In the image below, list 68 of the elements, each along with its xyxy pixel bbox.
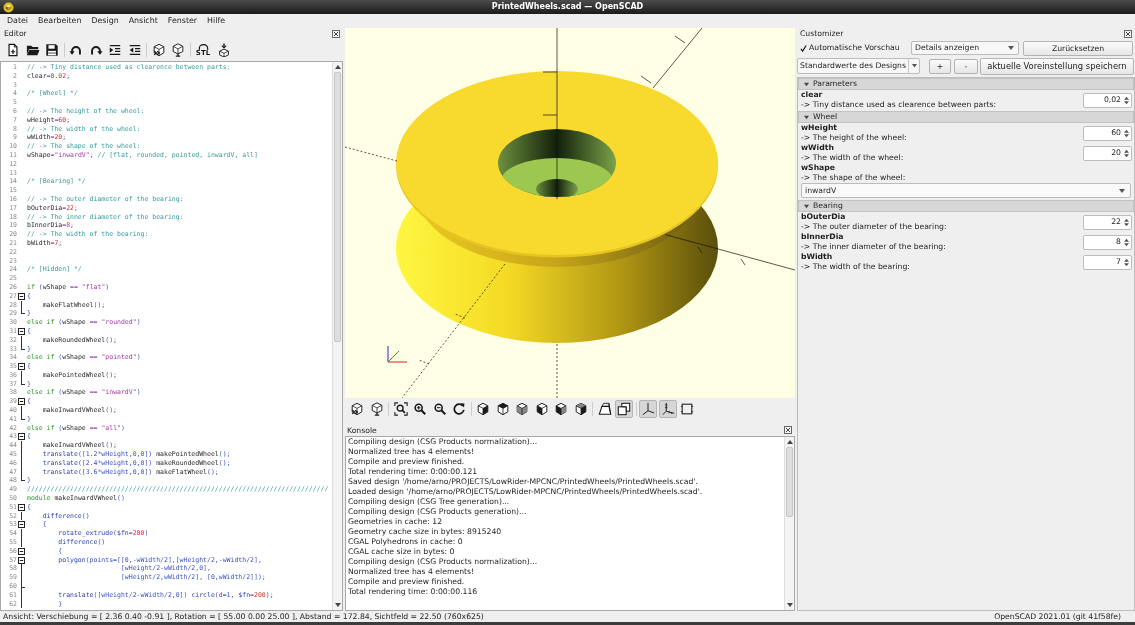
- perspective-box-icon: [597, 402, 612, 416]
- zoom-in-button[interactable]: [411, 400, 429, 418]
- cube-stand-icon: [171, 43, 185, 57]
- fold-toggle-icon[interactable]: [18, 503, 25, 511]
- new-file-icon: [6, 43, 20, 57]
- window-title: PrintedWheels.scad — OpenSCAD: [491, 1, 644, 13]
- dashed-square-icon: [680, 402, 694, 416]
- scrollbar[interactable]: [332, 62, 342, 610]
- close-icon[interactable]: [1124, 30, 1132, 38]
- fold-toggle-icon[interactable]: [18, 398, 25, 406]
- fold-toggle-icon[interactable]: [18, 433, 25, 441]
- 3d-viewport[interactable]: [345, 28, 795, 398]
- cube-stand-icon: [369, 402, 384, 416]
- arc-icon: [197, 43, 209, 50]
- caret-icon: [911, 64, 917, 68]
- scrollbar[interactable]: [784, 437, 794, 610]
- axis-line: [345, 146, 398, 162]
- orthogonal-button[interactable]: [615, 400, 633, 418]
- folder-icon: [25, 43, 40, 57]
- magnifier-frame-icon: [393, 402, 408, 416]
- indent-icon: [108, 43, 122, 57]
- zoom-in-icon: [413, 402, 427, 416]
- spin-arrows-icon[interactable]: [1124, 95, 1129, 105]
- fold-toggle-icon[interactable]: [18, 363, 25, 371]
- spin-arrows-icon[interactable]: [1124, 128, 1129, 138]
- cube-icon: [573, 402, 588, 416]
- cube-icon: [554, 402, 568, 416]
- cube-icon: [476, 402, 490, 416]
- save-preset-button[interactable]: aktuelle Voreinstellung speichern: [980, 57, 1134, 75]
- app-icon: [3, 1, 14, 13]
- cube-arrow-icon: [216, 43, 231, 57]
- spin-arrows-icon[interactable]: [1124, 257, 1129, 267]
- undo-icon: [69, 43, 83, 57]
- cube-chevrons-icon: [151, 43, 166, 57]
- cube-icon: [495, 402, 510, 416]
- scroll-up-icon[interactable]: [786, 440, 793, 444]
- axes-indicator-icon: [387, 345, 408, 363]
- caret-icon: [1008, 46, 1014, 50]
- cube-chevrons-icon: [350, 402, 364, 416]
- fold-toggle-icon[interactable]: [18, 292, 25, 300]
- spin-arrows-icon[interactable]: [1124, 148, 1129, 158]
- fold-toggle-icon[interactable]: [18, 556, 25, 564]
- outdent-icon: [127, 43, 142, 57]
- overlapping-squares-icon: [617, 402, 631, 416]
- circular-arrow-icon: [452, 402, 466, 416]
- axes-ticks-icon: [660, 402, 675, 416]
- fold-toggle-icon[interactable]: [18, 547, 25, 555]
- save-button[interactable]: [43, 41, 61, 59]
- view-all-button[interactable]: [391, 400, 410, 418]
- axes-icon: [641, 402, 655, 416]
- scale-markers-button[interactable]: [658, 400, 677, 418]
- cube-icon: [534, 402, 549, 416]
- close-icon[interactable]: [332, 29, 340, 38]
- axis-line: [556, 343, 558, 398]
- show-axes-button[interactable]: [639, 400, 657, 418]
- zoom-out-icon: [432, 402, 447, 416]
- caret-icon: [1119, 188, 1125, 193]
- spin-arrows-icon[interactable]: [1124, 237, 1129, 247]
- fold-toggle-icon[interactable]: [18, 327, 25, 335]
- close-icon[interactable]: [784, 426, 792, 434]
- spin-arrows-icon[interactable]: [1124, 217, 1129, 227]
- redo-icon: [88, 43, 103, 57]
- cube-icon: [515, 402, 529, 416]
- fold-toggle-icon[interactable]: [18, 521, 25, 529]
- scroll-down-icon[interactable]: [334, 603, 341, 607]
- axis-line: [640, 28, 703, 89]
- scroll-up-icon[interactable]: [334, 65, 341, 69]
- scroll-down-icon[interactable]: [786, 603, 793, 607]
